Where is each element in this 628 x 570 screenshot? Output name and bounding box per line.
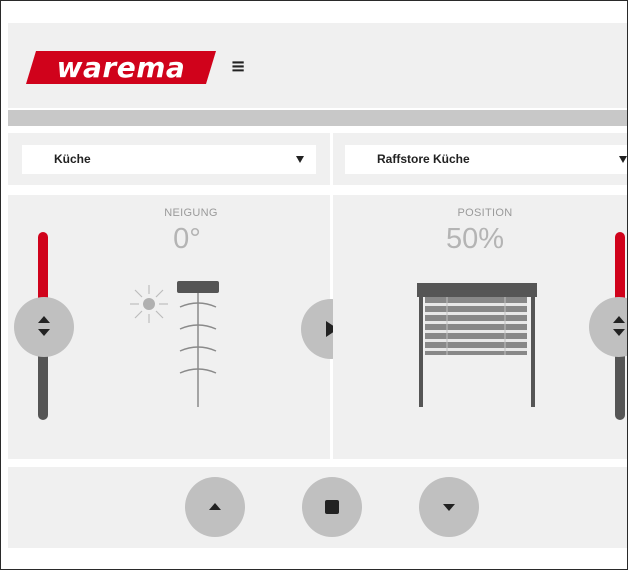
sun-icon — [130, 285, 168, 323]
room-select-row: Küche — [8, 133, 330, 185]
tilt-label: NEIGUNG — [164, 207, 218, 219]
header: warema ≡ — [8, 23, 627, 108]
stop-icon — [325, 500, 339, 514]
motor-controls — [8, 467, 627, 548]
app-frame: warema ≡ Küche Raffstore Küche NEIGUNG 0… — [0, 0, 628, 570]
tilt-panel: NEIGUNG 0° — [8, 195, 361, 459]
move-down-button[interactable] — [419, 477, 479, 537]
caret-down-icon — [619, 156, 627, 163]
position-slider-handle[interactable] — [589, 297, 627, 357]
room-select[interactable]: Küche — [22, 145, 316, 174]
tilt-slider-fill — [38, 232, 48, 298]
device-select-value: Raffstore Küche — [377, 152, 470, 166]
caret-down-icon — [296, 156, 304, 163]
logo-text: warema — [56, 51, 186, 84]
hamburger-menu-icon[interactable]: ≡ — [227, 54, 249, 80]
divider-bar — [8, 110, 627, 126]
blind-position-icon — [417, 283, 537, 407]
warema-logo: warema — [26, 51, 216, 84]
stop-button[interactable] — [302, 477, 362, 537]
up-down-arrows-icon — [613, 316, 625, 336]
slat-tilt-icon — [177, 281, 219, 407]
tilt-value: 0° — [173, 223, 201, 255]
arrow-down-icon — [443, 504, 455, 511]
move-up-button[interactable] — [185, 477, 245, 537]
device-select[interactable]: Raffstore Küche — [345, 145, 627, 174]
position-label: POSITION — [457, 207, 513, 219]
position-slider-fill — [615, 232, 625, 298]
up-down-arrows-icon — [38, 316, 50, 336]
device-select-row: Raffstore Küche — [333, 133, 627, 185]
arrow-up-icon — [209, 503, 221, 510]
position-value: 50% — [445, 223, 505, 255]
room-select-value: Küche — [54, 152, 91, 166]
position-panel: POSITION 50% — [333, 195, 627, 459]
tilt-slider-handle[interactable] — [14, 297, 74, 357]
